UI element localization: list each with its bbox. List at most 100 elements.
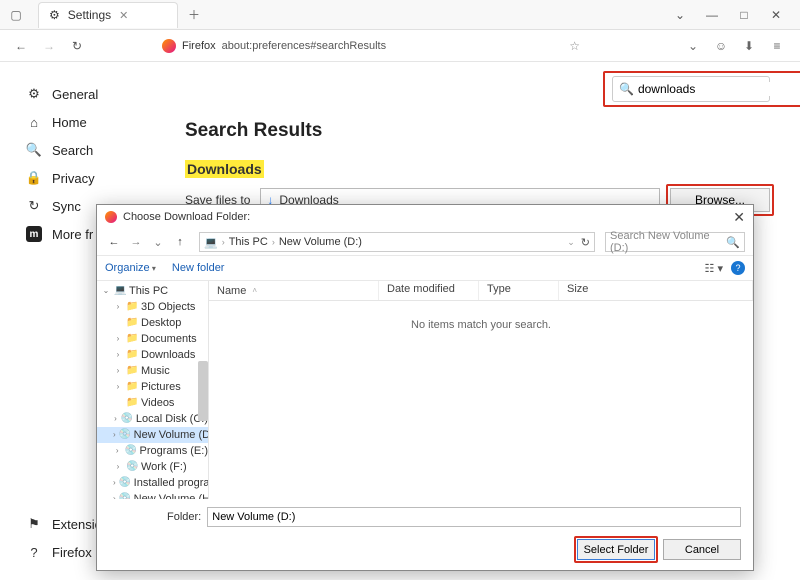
tree-node[interactable]: ›💿New Volume (H:) bbox=[97, 491, 208, 499]
dialog-footer: Folder: Select Folder Cancel bbox=[97, 499, 753, 570]
column-date[interactable]: Date modified bbox=[379, 281, 479, 300]
crumb-this-pc[interactable]: This PC bbox=[229, 236, 268, 248]
tree-node[interactable]: ›📁Pictures bbox=[97, 379, 208, 395]
dialog-nav: ← → ⌄ ↑ 💻 › This PC › New Volume (D:) ⌄ … bbox=[97, 229, 753, 255]
tree-node[interactable]: ›💿Installed program bbox=[97, 475, 208, 491]
help-icon[interactable]: ? bbox=[731, 261, 745, 275]
pc-icon: 💻 bbox=[204, 236, 218, 249]
nav-back-button[interactable]: ← bbox=[105, 236, 123, 248]
back-button[interactable]: ← bbox=[10, 35, 32, 57]
tree-node[interactable]: ›📁Downloads bbox=[97, 347, 208, 363]
account-icon[interactable]: ☺ bbox=[712, 39, 730, 53]
breadcrumb[interactable]: 💻 › This PC › New Volume (D:) ⌄ ↻ bbox=[199, 232, 595, 252]
close-tab-icon[interactable]: ✕ bbox=[119, 9, 128, 22]
nav-forward-button[interactable]: → bbox=[127, 236, 145, 248]
folder-icon: 📁 bbox=[126, 331, 138, 347]
tree-node[interactable]: ⌄💻This PC bbox=[97, 283, 208, 299]
refresh-icon[interactable]: ↻ bbox=[581, 236, 590, 249]
close-window-button[interactable]: ✕ bbox=[766, 8, 786, 22]
download-icon[interactable]: ⬇ bbox=[740, 39, 758, 53]
expand-icon[interactable]: › bbox=[113, 299, 123, 315]
close-dialog-button[interactable]: ✕ bbox=[733, 209, 745, 226]
search-icon: 🔍 bbox=[726, 236, 740, 249]
expand-icon[interactable]: ⌄ bbox=[101, 283, 111, 299]
chevron-right-icon: › bbox=[270, 237, 277, 247]
firefox-icon bbox=[162, 39, 176, 53]
nav-up-button[interactable]: ↑ bbox=[171, 236, 189, 248]
cancel-button[interactable]: Cancel bbox=[663, 539, 741, 560]
tree-node[interactable]: 📁Desktop bbox=[97, 315, 208, 331]
new-folder-button[interactable]: New folder bbox=[172, 262, 225, 274]
mozilla-icon: m bbox=[26, 226, 42, 242]
address-bar[interactable]: Firefox about:preferences#searchResults … bbox=[154, 34, 588, 58]
view-options-icon[interactable]: ☷ ▾ bbox=[705, 262, 723, 275]
tree-node[interactable]: ›💿Local Disk (C:) bbox=[97, 411, 208, 427]
expand-icon[interactable]: › bbox=[113, 331, 123, 347]
dialog-titlebar: Choose Download Folder: ✕ bbox=[97, 205, 753, 229]
pocket-icon[interactable]: ⌄ bbox=[684, 39, 702, 53]
tree-node[interactable]: ›📁Documents bbox=[97, 331, 208, 347]
sync-icon: ↻ bbox=[26, 198, 42, 214]
tree-label: Installed program bbox=[134, 475, 209, 491]
sidebar-item-general[interactable]: ⚙General bbox=[26, 80, 165, 108]
tree-label: Programs (E:) bbox=[140, 443, 208, 459]
column-type[interactable]: Type bbox=[479, 281, 559, 300]
expand-icon[interactable]: › bbox=[113, 411, 118, 427]
minimize-button[interactable]: ― bbox=[702, 8, 722, 22]
expand-icon[interactable]: › bbox=[113, 363, 123, 379]
nav-recent-button[interactable]: ⌄ bbox=[149, 236, 167, 249]
sidebar-item-search[interactable]: 🔍Search bbox=[26, 136, 165, 164]
sidebar-item-privacy[interactable]: 🔒Privacy bbox=[26, 164, 165, 192]
bookmark-star-icon[interactable]: ☆ bbox=[569, 39, 580, 53]
dialog-search[interactable]: Search New Volume (D:) 🔍 bbox=[605, 232, 745, 252]
brand-label: Firefox bbox=[182, 40, 216, 52]
maximize-button[interactable]: □ bbox=[734, 8, 754, 22]
tree-node[interactable]: 📁Videos bbox=[97, 395, 208, 411]
tree-label: Videos bbox=[141, 395, 174, 411]
expand-icon[interactable]: › bbox=[113, 491, 116, 499]
tree-node[interactable]: ›💿Work (F:) bbox=[97, 459, 208, 475]
tree-node[interactable]: ›💿Programs (E:) bbox=[97, 443, 208, 459]
browser-toolbar: ← → ↻ Firefox about:preferences#searchRe… bbox=[0, 30, 800, 62]
column-headers[interactable]: Name˄ Date modified Type Size bbox=[209, 281, 753, 301]
tree-label: Music bbox=[141, 363, 170, 379]
expand-icon[interactable]: › bbox=[113, 379, 123, 395]
organize-menu[interactable]: Organize bbox=[105, 262, 156, 274]
folder-name-input[interactable] bbox=[207, 507, 741, 527]
disk-icon: 💿 bbox=[119, 427, 131, 443]
folder-icon: 📁 bbox=[126, 395, 138, 411]
column-name: Name˄ bbox=[209, 281, 379, 300]
home-icon: ⌂ bbox=[26, 114, 42, 130]
tree-node[interactable]: ›📁Music bbox=[97, 363, 208, 379]
folder-tree[interactable]: ⌄💻This PC›📁3D Objects📁Desktop›📁Documents… bbox=[97, 281, 209, 499]
reload-button[interactable]: ↻ bbox=[66, 35, 88, 57]
chevron-down-icon[interactable]: ⌄ bbox=[670, 8, 690, 22]
browser-tab[interactable]: ⚙ Settings ✕ bbox=[38, 2, 178, 28]
expand-icon[interactable]: › bbox=[113, 427, 116, 443]
section-heading-downloads: Downloads bbox=[185, 160, 264, 178]
gear-icon: ⚙ bbox=[49, 8, 60, 22]
folder-icon: 📁 bbox=[126, 315, 138, 331]
tree-node[interactable]: ›💿New Volume (D:) bbox=[97, 427, 208, 443]
expand-icon[interactable]: › bbox=[113, 459, 123, 475]
new-tab-button[interactable]: ＋ bbox=[184, 5, 204, 25]
expand-icon[interactable]: › bbox=[113, 443, 122, 459]
tab-title: Settings bbox=[68, 8, 111, 22]
settings-search-input[interactable] bbox=[638, 82, 793, 96]
expand-icon[interactable]: › bbox=[113, 347, 123, 363]
crumb-volume[interactable]: New Volume (D:) bbox=[279, 236, 362, 248]
forward-button[interactable]: → bbox=[38, 35, 60, 57]
expand-icon[interactable]: › bbox=[113, 475, 116, 491]
search-placeholder: Search New Volume (D:) bbox=[610, 230, 722, 254]
folder-icon: 📁 bbox=[126, 379, 138, 395]
menu-icon[interactable]: ≡ bbox=[768, 39, 786, 53]
sidebar-toggle-icon[interactable]: ▢ bbox=[4, 3, 28, 27]
column-size[interactable]: Size bbox=[559, 281, 753, 300]
scrollbar-thumb[interactable] bbox=[198, 361, 208, 421]
settings-search[interactable]: 🔍 ✕ bbox=[612, 76, 770, 102]
tree-label: Desktop bbox=[141, 315, 181, 331]
tree-node[interactable]: ›📁3D Objects bbox=[97, 299, 208, 315]
select-folder-button[interactable]: Select Folder bbox=[577, 539, 655, 560]
sidebar-item-home[interactable]: ⌂Home bbox=[26, 108, 165, 136]
chevron-down-icon[interactable]: ⌄ bbox=[565, 237, 577, 248]
